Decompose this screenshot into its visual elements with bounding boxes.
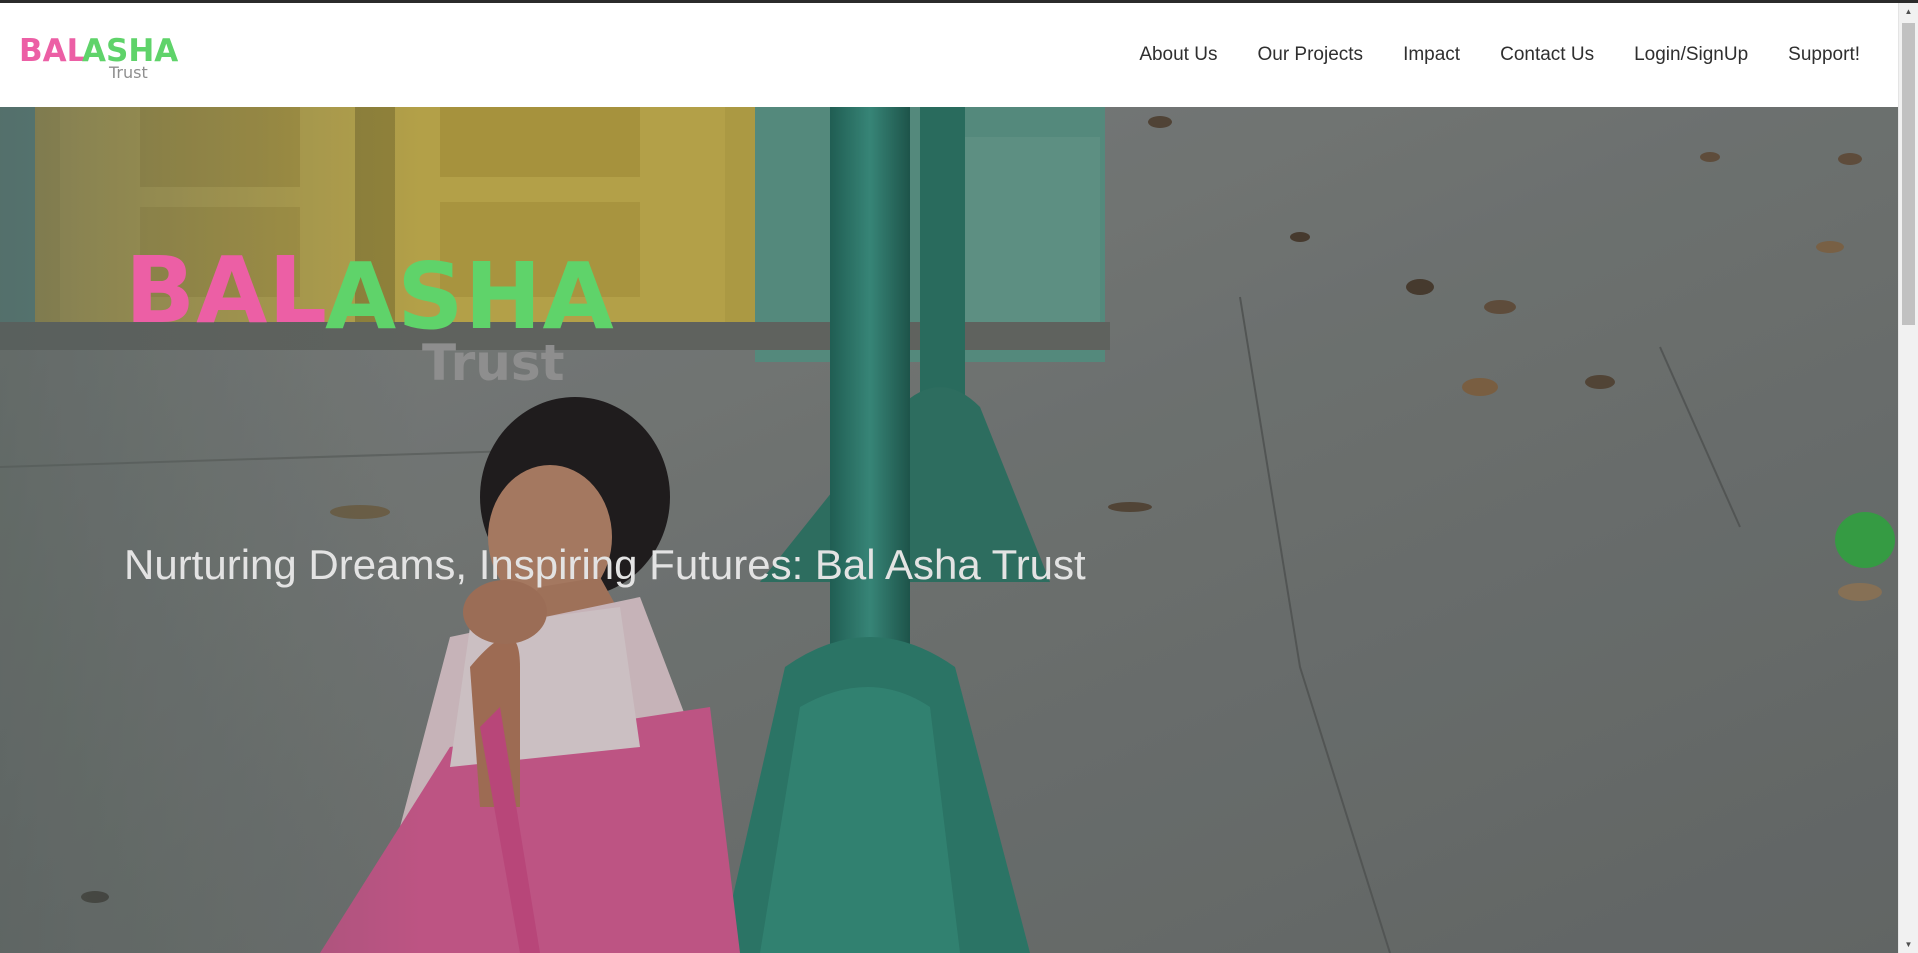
scroll-up-arrow-icon[interactable]: ▲ (1899, 3, 1918, 20)
hero-logo: BAL ASHA Trust (125, 233, 614, 393)
scrollbar-thumb[interactable] (1902, 23, 1915, 325)
logo-word-bal: BAL (19, 33, 87, 69)
main-navigation: About Us Our Projects Impact Contact Us … (1139, 3, 1860, 107)
hero-logo-word-trust: Trust (422, 334, 565, 392)
nav-login-signup[interactable]: Login/SignUp (1634, 44, 1748, 66)
nav-support[interactable]: Support! (1788, 44, 1860, 66)
page-scrollbar[interactable]: ▲ ▼ (1898, 3, 1918, 953)
nav-impact[interactable]: Impact (1403, 44, 1460, 66)
hero-tagline: Nurturing Dreams, Inspiring Futures: Bal… (124, 541, 1086, 588)
hero-banner: BAL ASHA Trust Nurturing Dreams, Inspiri… (0, 107, 1898, 953)
site-logo[interactable]: BAL ASHA Trust (19, 31, 178, 83)
site-header: BAL ASHA Trust About Us Our Projects Imp… (0, 3, 1898, 107)
nav-about-us[interactable]: About Us (1139, 44, 1217, 66)
logo-word-trust: Trust (109, 63, 148, 82)
hero-logo-word-bal: BAL (125, 237, 328, 344)
nav-our-projects[interactable]: Our Projects (1257, 44, 1363, 66)
nav-contact-us[interactable]: Contact Us (1500, 44, 1594, 66)
scroll-down-arrow-icon[interactable]: ▼ (1899, 936, 1918, 953)
